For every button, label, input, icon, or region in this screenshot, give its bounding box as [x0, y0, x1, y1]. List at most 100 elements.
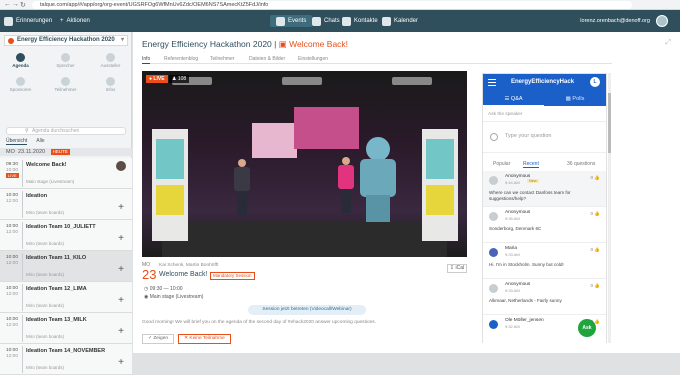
event-banner: [422, 129, 458, 241]
event-menu-grid: Agenda Sprecher Aussteller Sponsoren Tei…: [0, 50, 132, 96]
calendar-icon: [382, 16, 391, 26]
search-icon: ⚲: [25, 128, 29, 134]
question-input[interactable]: Type your question: [483, 121, 606, 153]
agenda-search-input[interactable]: ⚲ Agenda durchsuchen: [6, 127, 126, 135]
question-item[interactable]: Maria 9:33 AM 0 👍 Hi. I'm in Stockholm. …: [483, 243, 606, 279]
show-button[interactable]: ✓ Zeigen: [142, 334, 175, 344]
contacts-icon: [342, 16, 351, 26]
new-badge: New: [527, 179, 539, 183]
ask-button[interactable]: Ask: [578, 319, 596, 337]
sidebar: Energy Efficiency Hackathon 2020 ▾ Agend…: [0, 32, 132, 375]
add-icon[interactable]: +: [118, 265, 124, 275]
menu-speakers[interactable]: Sprecher: [49, 52, 82, 72]
like-button[interactable]: 0 👍: [590, 247, 600, 253]
video-player[interactable]: ● LIVE ♟ 108: [142, 71, 467, 257]
question-item[interactable]: Anonymous 9:33 AM 0 👍 Alkmaar, Netherlan…: [483, 279, 606, 315]
qa-sort-tabs: Popular Recent 36 questions: [483, 159, 606, 169]
nav-events[interactable]: Events: [270, 15, 313, 27]
check-icon: ✓: [148, 336, 153, 341]
back-icon[interactable]: ←: [4, 1, 11, 8]
speaker-names[interactable]: Kai Schenk, Martin Bonhöfft: [159, 263, 218, 268]
download-icon: ↧: [449, 265, 455, 271]
add-icon[interactable]: +: [118, 296, 124, 306]
bell-icon: [4, 16, 13, 26]
no-participation-button[interactable]: ✕ Keine Teilnahme: [178, 334, 231, 344]
session-details: MO 23 Kai Schenk, Martin Bonhöfft Welcom…: [142, 262, 467, 353]
tab-qa[interactable]: ☰ Q&A: [483, 93, 544, 106]
qa-header: EnergyEfficiencyHack L ☰ Q&A ▩ Polls: [483, 74, 606, 106]
session-location: ◉ Main stage (Livestream): [144, 294, 204, 300]
speaker-avatar: [116, 161, 126, 171]
tab-polls[interactable]: ▩ Polls: [544, 93, 606, 106]
scrollbar[interactable]: [608, 73, 611, 343]
avatar: [489, 212, 498, 221]
avatar: [489, 284, 498, 293]
add-icon[interactable]: +: [118, 234, 124, 244]
tab-settings[interactable]: Einstellungen: [298, 56, 328, 62]
main-panel: Energy Efficiency Hackathon 2020 | ▣ Wel…: [133, 32, 680, 353]
day-header: MO 23.11.2020 HEUTE: [0, 148, 132, 156]
qa-event-name: EnergyEfficiencyHack: [511, 79, 575, 85]
like-button[interactable]: 0 👍: [590, 211, 600, 217]
add-icon[interactable]: +: [118, 327, 124, 337]
nav-calendar[interactable]: Kalender: [382, 15, 418, 27]
user-avatar[interactable]: [656, 15, 668, 27]
today-badge: HEUTE: [50, 149, 70, 155]
menu-exhibitors[interactable]: Aussteller: [94, 52, 127, 72]
reload-icon[interactable]: ↻: [20, 1, 26, 9]
agenda-item[interactable]: 10:00 12:00 Ideation Team 11_KILO Miro (…: [0, 251, 132, 282]
agenda-item[interactable]: 10:00 12:00 Ideation Miro (team boards) …: [0, 189, 132, 220]
chat-icon: [312, 16, 321, 26]
sort-recent[interactable]: Recent: [523, 161, 539, 168]
session-time: ◷ 09:30 — 10:00: [144, 286, 183, 292]
url-bar[interactable]: talque.com/app/#/app/org/org-event/UGSRF…: [32, 1, 632, 9]
user-avatar[interactable]: L: [590, 77, 600, 87]
menu-agenda[interactable]: Agenda: [4, 52, 37, 72]
nav-reminders[interactable]: Erinnerungen: [4, 15, 52, 27]
tab-participants[interactable]: Teilnehmer: [210, 56, 234, 62]
question-item[interactable]: Anonymous 9:44 AM New 0 👍 Where can we c…: [483, 171, 606, 207]
nav-chats[interactable]: Chats: [312, 15, 340, 27]
event-logo-icon: [8, 38, 14, 44]
user-email[interactable]: lorenz.orenbach@denoff.org: [580, 15, 650, 27]
like-button[interactable]: 0 👍: [590, 283, 600, 289]
agenda-item[interactable]: 10:00 12:00 Ideation Team 13_MILK Miro (…: [0, 313, 132, 344]
nav-actions[interactable]: + Aktionen: [60, 15, 90, 27]
like-button[interactable]: 0 👍: [590, 175, 600, 181]
menu-participants[interactable]: Teilnehmer: [49, 76, 82, 96]
agenda-item[interactable]: 10:00 12:00 Ideation Team 10_JULIETT Mir…: [0, 220, 132, 251]
robot-figure: [360, 137, 396, 222]
agenda-item[interactable]: 10:00 12:00 Ideation Team 14_NOVEMBER Mi…: [0, 344, 132, 375]
camera-icon: ▣: [278, 39, 287, 49]
filter-all[interactable]: Alle: [36, 138, 44, 144]
session-tabs: Info Referentenblog Teilnehmer Dateien &…: [142, 55, 612, 64]
tab-files[interactable]: Dateien & Bilder: [249, 56, 285, 62]
filter-overview[interactable]: Übersicht: [6, 138, 28, 145]
menu-infos[interactable]: Infos: [94, 76, 127, 96]
ical-button[interactable]: ↧ iCal: [447, 264, 467, 273]
tab-info[interactable]: Info: [142, 56, 151, 64]
ask-label: Ask the speaker: [488, 112, 523, 117]
event-banner: [152, 129, 188, 241]
add-icon[interactable]: +: [118, 358, 124, 368]
chevron-down-icon: ▾: [120, 37, 124, 43]
join-session-button[interactable]: Session jetzt betreten (Videocall/Webina…: [248, 305, 366, 315]
clock-icon: ◷: [144, 286, 149, 292]
tab-speakerblog[interactable]: Referentenblog: [164, 56, 198, 62]
avatar: [489, 176, 498, 185]
event-selector[interactable]: Energy Efficiency Hackathon 2020 ▾: [4, 35, 128, 46]
mandatory-badge: Mandatory Session: [210, 272, 255, 280]
agenda-item[interactable]: 09:30 10:00 LIVE Welcome Back! Main stag…: [0, 158, 132, 189]
agenda-list: 09:30 10:00 LIVE Welcome Back! Main stag…: [0, 158, 132, 375]
add-icon[interactable]: +: [118, 203, 124, 213]
menu-sponsors[interactable]: Sponsoren: [4, 76, 37, 96]
forward-icon[interactable]: →: [12, 1, 19, 8]
agenda-item[interactable]: 10:00 12:00 Ideation Team 12_LIMA Miro (…: [0, 282, 132, 313]
user-icon: [490, 133, 498, 141]
speaker-icon: [61, 53, 70, 62]
sort-popular[interactable]: Popular: [493, 161, 510, 167]
nav-contacts[interactable]: Kontakte: [342, 15, 378, 27]
question-item[interactable]: Anonymous 9:35 AM 0 👍 Sonderborg, Denmar…: [483, 207, 606, 243]
fullscreen-icon[interactable]: ⤢: [665, 39, 671, 47]
menu-icon[interactable]: [488, 79, 496, 86]
